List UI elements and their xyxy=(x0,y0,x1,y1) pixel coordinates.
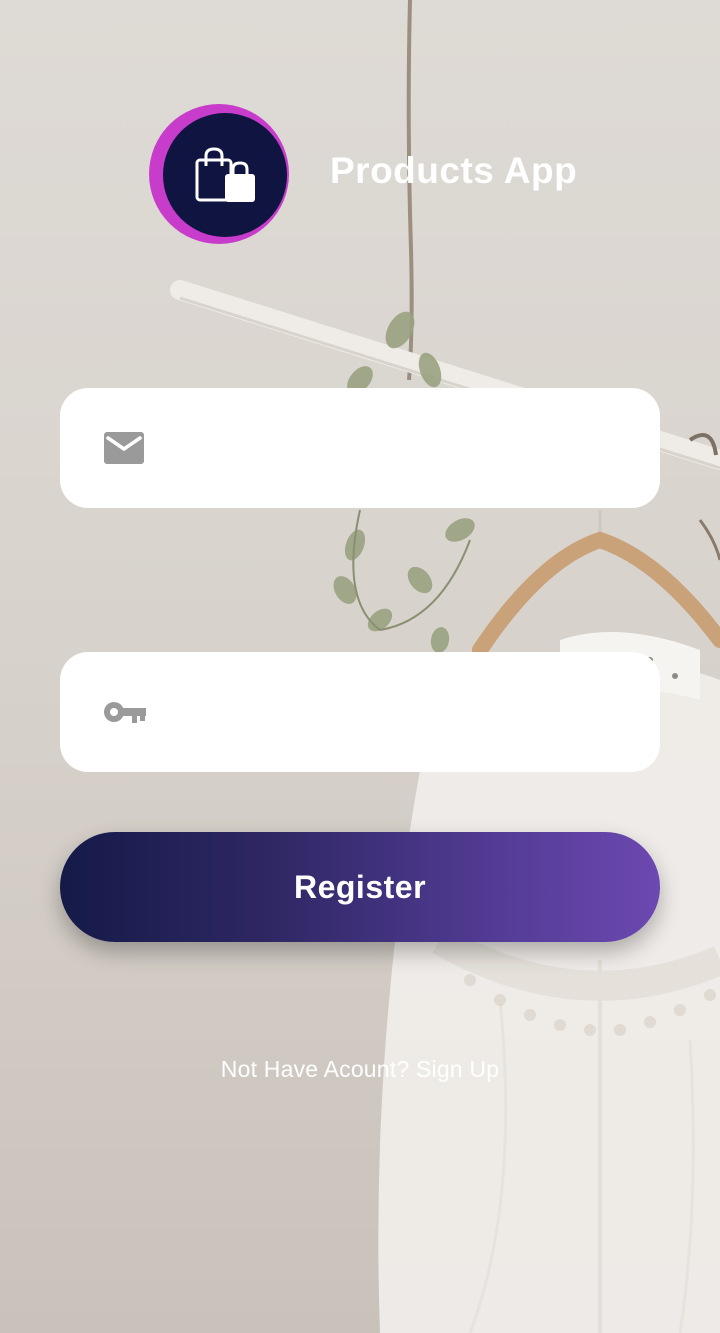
app-title: Products App xyxy=(330,150,578,191)
register-button[interactable]: Register xyxy=(60,832,660,942)
email-field[interactable] xyxy=(60,388,660,508)
password-field[interactable] xyxy=(60,652,660,772)
mail-icon xyxy=(104,432,144,464)
shopping-bags-icon xyxy=(195,147,255,202)
sign-up-link[interactable]: Not Have Acount? Sign Up xyxy=(0,1056,720,1083)
email-input[interactable] xyxy=(180,418,630,480)
password-input[interactable] xyxy=(180,682,630,744)
key-icon xyxy=(104,702,146,723)
app-logo xyxy=(149,104,289,244)
logo-disc xyxy=(163,113,287,237)
